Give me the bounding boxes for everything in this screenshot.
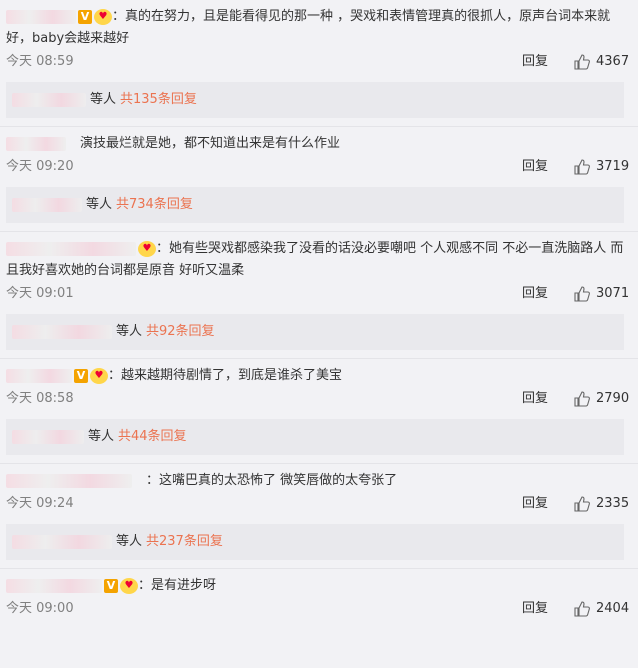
comment-time: 今天 09:20 — [6, 159, 74, 174]
username-blurred[interactable] — [6, 578, 102, 593]
comment-item: ♥ ：她有些哭戏都感染我了没看的话没必要嘲吧 个人观感不同 不必一直洗脑路人 而且… — [0, 232, 638, 359]
replies-count-link[interactable]: 共135条回复 — [120, 92, 197, 107]
replies-count-link[interactable]: 共237条回复 — [146, 534, 223, 549]
comment-time: 今天 08:58 — [6, 391, 74, 406]
thumb-up-icon — [574, 390, 590, 407]
comment-text-line: 演技最烂就是她，都不知道出来是有什么作业 — [0, 127, 638, 155]
reply-username-blurred — [12, 534, 112, 549]
comment-time: 今天 09:01 — [6, 286, 74, 301]
thumb-up-icon — [574, 158, 590, 175]
like-button[interactable]: 3071 — [574, 282, 629, 306]
vip-badge-icon: V — [78, 9, 92, 24]
comment-meta: 今天 09:20 回复 3719 — [0, 155, 638, 179]
like-button[interactable]: 3719 — [574, 155, 629, 179]
comment-item: 演技最烂就是她，都不知道出来是有什么作业 今天 09:20 回复 3719 等人… — [0, 127, 638, 232]
like-count: 2404 — [596, 601, 630, 616]
reply-button[interactable]: 回复 — [522, 387, 548, 411]
reply-button[interactable]: 回复 — [522, 597, 548, 621]
fan-badge-icon: ♥ — [90, 367, 108, 384]
comment-text: ：越来越期待剧情了，到底是谁杀了美宝 — [108, 368, 343, 383]
replies-bar[interactable]: 等人 共734条回复 — [6, 187, 624, 223]
username-blurred[interactable] — [6, 241, 136, 256]
thumb-up-icon — [574, 53, 590, 70]
reply-button[interactable]: 回复 — [522, 155, 548, 179]
reply-username-blurred — [12, 197, 82, 212]
comment-text-line: ：这嘴巴真的太恐怖了 微笑唇做的太夸张了 — [0, 464, 638, 492]
comment-text-line: V ♥ ：真的在努力，且是能看得见的那一种 ，哭戏和表情管理真的很抓人，原声台词本来… — [0, 0, 638, 50]
replies-count-link[interactable]: 共92条回复 — [146, 324, 215, 339]
like-count: 4367 — [596, 54, 630, 69]
comment-text: ：是有进步呀 — [138, 578, 217, 593]
thumb-up-icon — [574, 285, 590, 302]
comment-time: 今天 09:24 — [6, 496, 74, 511]
thumb-up-icon — [574, 600, 590, 617]
comment-text-line: V ♥ ：越来越期待剧情了，到底是谁杀了美宝 — [0, 359, 638, 387]
comment-text-line: ♥ ：她有些哭戏都感染我了没看的话没必要嘲吧 个人观感不同 不必一直洗脑路人 而且… — [0, 232, 638, 282]
fan-badge-icon: ♥ — [138, 240, 156, 257]
reply-button[interactable]: 回复 — [522, 492, 548, 516]
replies-bar[interactable]: 等人 共135条回复 — [6, 82, 624, 118]
replies-prefix: 等人 — [116, 324, 143, 339]
reply-button[interactable]: 回复 — [522, 50, 548, 74]
comment-item: V ♥ ：真的在努力，且是能看得见的那一种 ，哭戏和表情管理真的很抓人，原声台词本来… — [0, 0, 638, 127]
comment-text: 演技最烂就是她，都不知道出来是有什么作业 — [80, 136, 341, 151]
fan-badge-icon: ♥ — [94, 8, 112, 25]
reply-username-blurred — [12, 324, 112, 339]
like-button[interactable]: 2790 — [574, 387, 629, 411]
comment-meta: 今天 09:01 回复 3071 — [0, 282, 638, 306]
username-blurred[interactable] — [6, 9, 76, 24]
replies-bar[interactable]: 等人 共92条回复 — [6, 314, 624, 350]
comment-item: ：这嘴巴真的太恐怖了 微笑唇做的太夸张了 今天 09:24 回复 2335 等人… — [0, 464, 638, 569]
username-blurred[interactable] — [6, 136, 66, 151]
comment-text-line: V ♥ ：是有进步呀 — [0, 569, 638, 597]
reply-username-blurred — [12, 92, 86, 107]
vip-badge-icon: V — [74, 368, 88, 383]
like-count: 3071 — [596, 286, 630, 301]
username-blurred[interactable] — [6, 368, 72, 383]
replies-count-link[interactable]: 共44条回复 — [118, 429, 187, 444]
comment-meta: 今天 09:00 回复 2404 — [0, 597, 638, 621]
comment-text: ：这嘴巴真的太恐怖了 微笑唇做的太夸张了 — [146, 473, 398, 488]
replies-prefix: 等人 — [86, 197, 113, 212]
replies-prefix: 等人 — [116, 534, 143, 549]
fan-badge-icon: ♥ — [120, 577, 138, 594]
comment-meta: 今天 08:59 回复 4367 — [0, 50, 638, 74]
like-count: 3719 — [596, 159, 630, 174]
username-blurred[interactable] — [6, 473, 132, 488]
comment-item: V ♥ ：越来越期待剧情了，到底是谁杀了美宝 今天 08:58 回复 2790 等人… — [0, 359, 638, 464]
vip-badge-icon: V — [104, 578, 118, 593]
comment-time: 今天 09:00 — [6, 601, 74, 616]
comment-time: 今天 08:59 — [6, 54, 74, 69]
replies-bar[interactable]: 等人 共237条回复 — [6, 524, 624, 560]
comment-meta: 今天 09:24 回复 2335 — [0, 492, 638, 516]
like-count: 2790 — [596, 391, 630, 406]
like-button[interactable]: 2335 — [574, 492, 629, 516]
replies-prefix: 等人 — [88, 429, 115, 444]
comment-list: V ♥ ：真的在努力，且是能看得见的那一种 ，哭戏和表情管理真的很抓人，原声台词本来… — [0, 0, 638, 621]
reply-username-blurred — [12, 429, 84, 444]
like-button[interactable]: 2404 — [574, 597, 629, 621]
replies-bar[interactable]: 等人 共44条回复 — [6, 419, 624, 455]
replies-prefix: 等人 — [90, 92, 117, 107]
reply-button[interactable]: 回复 — [522, 282, 548, 306]
comment-item: V ♥ ：是有进步呀 今天 09:00 回复 2404 — [0, 569, 638, 621]
replies-count-link[interactable]: 共734条回复 — [116, 197, 193, 212]
like-count: 2335 — [596, 496, 630, 511]
thumb-up-icon — [574, 495, 590, 512]
like-button[interactable]: 4367 — [574, 50, 629, 74]
comment-meta: 今天 08:58 回复 2790 — [0, 387, 638, 411]
